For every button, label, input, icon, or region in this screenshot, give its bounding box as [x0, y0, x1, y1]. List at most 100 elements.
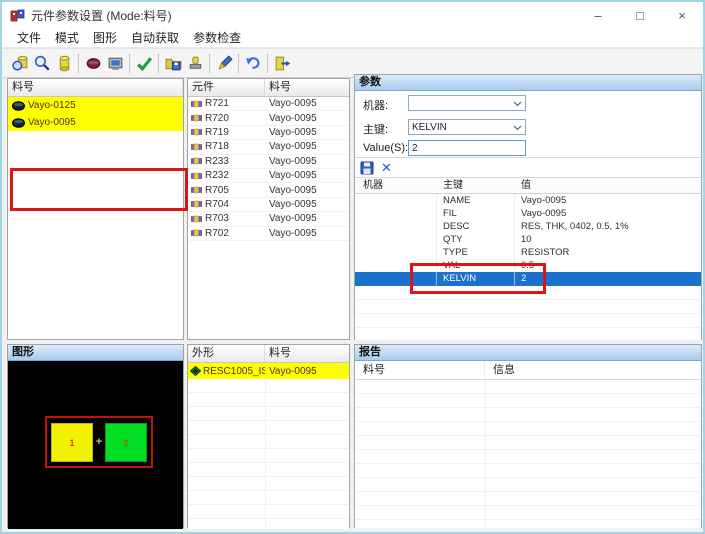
load-icon[interactable]: [9, 52, 31, 74]
delete-x-icon[interactable]: ✕: [381, 158, 392, 177]
component-ref: R719: [205, 127, 229, 138]
parts-list-item[interactable]: Vayo-0095: [8, 114, 183, 131]
component-icon[interactable]: [82, 52, 104, 74]
param-machine: [355, 220, 437, 233]
components-col-ref[interactable]: 元件: [188, 79, 265, 96]
app-window: 元件参数设置 (Mode:料号) – □ × 文件 模式 图形 自动获取 参数检…: [0, 0, 705, 534]
report-panel: 报告 料号 信息: [354, 344, 702, 528]
shape-col-shape[interactable]: 外形: [188, 345, 265, 362]
parts-column-header[interactable]: 料号: [8, 79, 183, 97]
resistor-icon: [191, 229, 202, 237]
component-row[interactable]: R704 Vayo-0095: [188, 198, 349, 212]
report-col-part[interactable]: 料号: [355, 361, 485, 379]
menu-param-check[interactable]: 参数检查: [186, 27, 248, 48]
param-table-rows: NAME Vayo-0095 FIL Vayo-0095 DESC RES, T…: [355, 194, 701, 286]
param-key: DESC: [437, 220, 515, 233]
report-col-info[interactable]: 信息: [485, 361, 701, 379]
parts-header-label[interactable]: 料号: [8, 79, 183, 96]
param-row[interactable]: NAME Vayo-0095: [355, 194, 701, 207]
monitor-icon[interactable]: [104, 52, 126, 74]
param-form: 机器: 主键: KELVIN Value(S):: [355, 91, 701, 158]
graphic-panel-title: 图形: [8, 345, 183, 361]
center-mark: +: [96, 436, 102, 448]
components-col-part[interactable]: 料号: [265, 79, 349, 96]
component-row[interactable]: R702 Vayo-0095: [188, 227, 349, 241]
check-icon[interactable]: [133, 52, 155, 74]
param-col-key[interactable]: 主键: [437, 178, 515, 193]
param-row[interactable]: KELVIN 2: [355, 272, 701, 286]
param-row[interactable]: TYPE RESISTOR: [355, 246, 701, 259]
save-icon[interactable]: [360, 161, 374, 175]
menu-graphic[interactable]: 图形: [86, 27, 124, 48]
param-row[interactable]: FIL Vayo-0095: [355, 207, 701, 220]
undo-icon[interactable]: [242, 52, 264, 74]
component-row[interactable]: R703 Vayo-0095: [188, 212, 349, 226]
resistor-icon: [191, 172, 202, 180]
param-key: QTY: [437, 233, 515, 246]
resistor-icon: [191, 200, 202, 208]
part-icon: [12, 118, 25, 128]
key-value: KELVIN: [412, 122, 447, 133]
exit-icon[interactable]: [271, 52, 293, 74]
value-label: Value(S):: [363, 142, 408, 154]
component-row[interactable]: R719 Vayo-0095: [188, 126, 349, 140]
search-icon[interactable]: [31, 52, 53, 74]
part-number: Vayo-0125: [28, 100, 76, 111]
component-row[interactable]: R721 Vayo-0095: [188, 97, 349, 111]
param-col-value[interactable]: 值: [515, 178, 701, 193]
component-ref: R721: [205, 98, 229, 109]
report-empty-area: [355, 380, 701, 528]
component-part-number: Vayo-0095: [265, 228, 317, 239]
maximize-button[interactable]: □: [619, 2, 661, 28]
menu-mode[interactable]: 模式: [48, 27, 86, 48]
params-panel-title: 参数: [355, 75, 701, 91]
param-row[interactable]: DESC RES, THK, 0402, 0.5, 1%: [355, 220, 701, 233]
component-row[interactable]: R718 Vayo-0095: [188, 140, 349, 154]
menu-auto-fetch[interactable]: 自动获取: [124, 27, 186, 48]
toolbar-separator: [78, 53, 79, 73]
param-machine: [355, 207, 437, 220]
shape-part-number: Vayo-0095: [265, 366, 317, 377]
app-icon: [10, 8, 25, 23]
param-col-machine[interactable]: 机器: [355, 178, 437, 193]
component-row[interactable]: R720 Vayo-0095: [188, 111, 349, 125]
resistor-icon: [191, 128, 202, 136]
component-ref: R233: [205, 156, 229, 167]
menu-file[interactable]: 文件: [10, 27, 48, 48]
parts-list-item[interactable]: Vayo-0125: [8, 97, 183, 114]
shape-col-part[interactable]: 料号: [265, 345, 349, 362]
component-row[interactable]: R233 Vayo-0095: [188, 155, 349, 169]
component-graphic-canvas[interactable]: 1 2 +: [8, 361, 183, 529]
component-part-number: Vayo-0095: [265, 199, 317, 210]
param-key: FIL: [437, 207, 515, 220]
minimize-button[interactable]: –: [577, 2, 619, 28]
param-row[interactable]: VAL 0.5: [355, 259, 701, 272]
machine-combobox[interactable]: [408, 95, 526, 111]
component-part-number: Vayo-0095: [265, 156, 317, 167]
component-part-number: Vayo-0095: [265, 170, 317, 181]
value-input[interactable]: [408, 140, 526, 156]
save-folder-icon[interactable]: [162, 52, 184, 74]
part-icon: [12, 101, 25, 111]
component-row[interactable]: R705 Vayo-0095: [188, 183, 349, 197]
param-machine: [355, 194, 437, 207]
close-button[interactable]: ×: [661, 2, 703, 28]
key-combobox[interactable]: KELVIN: [408, 119, 526, 135]
param-key: VAL: [437, 259, 515, 272]
param-value: 0.5: [515, 259, 701, 272]
shape-column-header: 外形 料号: [188, 345, 349, 363]
component-ref: R718: [205, 141, 229, 152]
pen-icon[interactable]: [213, 52, 235, 74]
component-part-number: Vayo-0095: [265, 127, 317, 138]
param-row[interactable]: QTY 10: [355, 233, 701, 246]
database-icon[interactable]: [53, 52, 75, 74]
menu-bar: 文件 模式 图形 自动获取 参数检查: [2, 28, 703, 48]
shape-row[interactable]: RESC1005_IS... Vayo-0095: [188, 363, 349, 379]
stamp-icon[interactable]: [184, 52, 206, 74]
shape-icon: [190, 366, 201, 376]
param-machine: [355, 246, 437, 259]
param-table-header: 机器 主键 值: [355, 178, 701, 194]
component-row[interactable]: R232 Vayo-0095: [188, 169, 349, 183]
key-label: 主键:: [363, 121, 388, 137]
param-machine: [355, 233, 437, 246]
